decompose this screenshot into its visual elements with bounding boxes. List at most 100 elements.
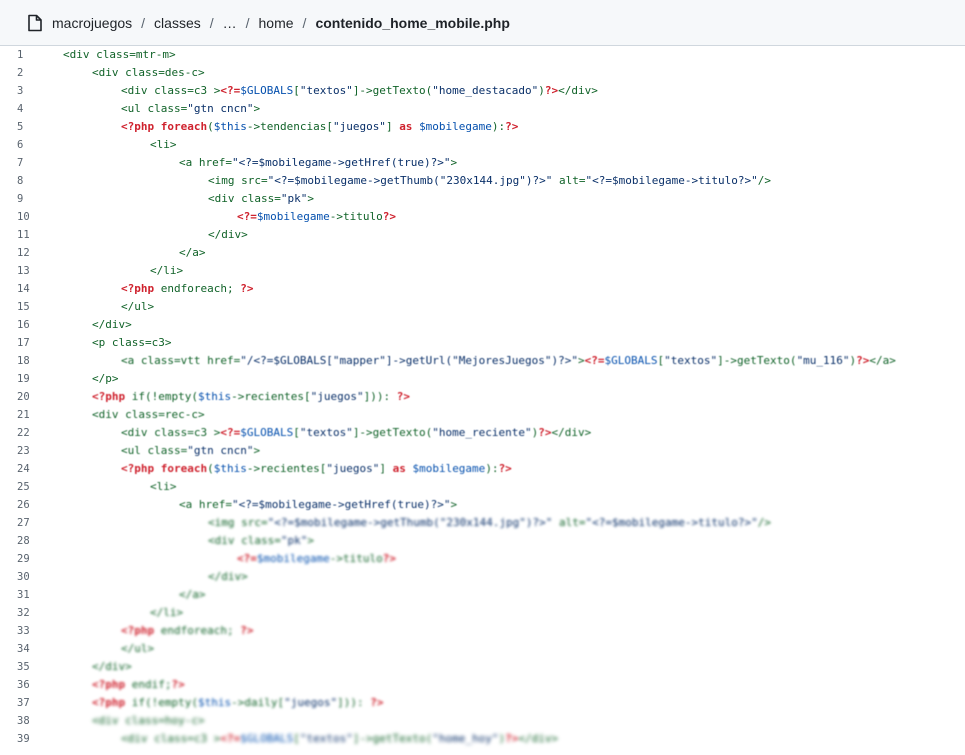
code-token: ?> [370, 696, 384, 709]
code-line: 24 <?php foreach($this->recientes["juegos… [0, 460, 965, 478]
line-number[interactable]: 21 [0, 406, 48, 424]
code-token: <?= [220, 426, 241, 439]
line-number[interactable]: 25 [0, 478, 48, 496]
line-number[interactable]: 37 [0, 694, 48, 712]
line-number[interactable]: 1 [0, 46, 48, 64]
code-token: "mu_116" [796, 354, 850, 367]
code-text: </a> [48, 244, 206, 262]
code-token: foreach [160, 462, 208, 475]
line-number[interactable]: 13 [0, 262, 48, 280]
breadcrumb-item-classes[interactable]: classes [154, 15, 201, 31]
line-number[interactable]: 11 [0, 226, 48, 244]
code-line: 8 <img src="<?=$mobilegame->getThumb("230… [0, 172, 965, 190]
code-line: 34 </ul> [0, 640, 965, 658]
code-token: "<?=$mobilegame->titulo?>" [585, 174, 758, 187]
code-token: <?php [121, 462, 155, 475]
line-number[interactable]: 39 [0, 730, 48, 748]
code-token: ->recientes[ [246, 462, 327, 475]
breadcrumb: macrojuegos / classes / … / home / conte… [52, 15, 510, 31]
line-number[interactable]: 29 [0, 550, 48, 568]
code-line: 16 </div> [0, 316, 965, 334]
line-number[interactable]: 35 [0, 658, 48, 676]
code-token: [ [293, 732, 300, 745]
line-number[interactable]: 16 [0, 316, 48, 334]
code-token: ])): [363, 390, 397, 403]
line-number[interactable]: 6 [0, 136, 48, 154]
code-token: if(!empty( [125, 390, 198, 403]
code-text: <img src="<?=$mobilegame->getThumb("230x… [48, 172, 771, 190]
line-number[interactable]: 2 [0, 64, 48, 82]
code-token: <img src= [208, 174, 268, 187]
code-line: 19 </p> [0, 370, 965, 388]
line-number[interactable]: 15 [0, 298, 48, 316]
code-token: ?> [856, 354, 870, 367]
code-text: </ul> [48, 640, 154, 658]
code-text: <a class=vtt href="/<?=$GLOBALS["mapper"… [48, 352, 896, 370]
line-number[interactable]: 8 [0, 172, 48, 190]
line-number[interactable]: 38 [0, 712, 48, 730]
code-token: </ul> [121, 642, 155, 655]
line-number[interactable]: 24 [0, 460, 48, 478]
line-number[interactable]: 10 [0, 208, 48, 226]
code-text: <?php endforeach; ?> [48, 280, 253, 298]
code-text: <ul class="gtn cncn"> [48, 442, 260, 460]
code-line: 33 <?php endforeach; ?> [0, 622, 965, 640]
code-text: </div> [48, 568, 248, 586]
code-token: ?> [544, 84, 559, 97]
line-number[interactable]: 27 [0, 514, 48, 532]
line-number[interactable]: 17 [0, 334, 48, 352]
line-number[interactable]: 30 [0, 568, 48, 586]
line-number[interactable]: 36 [0, 676, 48, 694]
line-number[interactable]: 31 [0, 586, 48, 604]
line-number[interactable]: 7 [0, 154, 48, 172]
code-token: "/<?=$GLOBALS["mapper"]->getUrl("Mejores… [240, 354, 578, 367]
code-line: 14 <?php endforeach; ?> [0, 280, 965, 298]
line-number[interactable]: 4 [0, 100, 48, 118]
breadcrumb-item-repo[interactable]: macrojuegos [52, 15, 132, 31]
code-line: 10 <?=$mobilegame->titulo?> [0, 208, 965, 226]
code-line: 23 <ul class="gtn cncn"> [0, 442, 965, 460]
code-text: <div class=mtr-m> [48, 46, 176, 64]
line-number[interactable]: 20 [0, 388, 48, 406]
code-token: <?php [92, 678, 126, 691]
code-token: > [253, 102, 261, 115]
code-token: </p> [92, 372, 119, 385]
code-text: <img src="<?=$mobilegame->getThumb("230x… [48, 514, 771, 532]
code-token: <div class=c3 > [121, 732, 221, 745]
code-line: 2 <div class=des-c> [0, 64, 965, 82]
code-line: 28 <div class="pk"> [0, 532, 965, 550]
line-number[interactable]: 23 [0, 442, 48, 460]
breadcrumb-item-home[interactable]: home [259, 15, 294, 31]
code-token: ?> [505, 732, 519, 745]
file-header: macrojuegos / classes / … / home / conte… [0, 0, 965, 46]
code-token: <div class=des-c> [92, 66, 205, 79]
line-number[interactable]: 5 [0, 118, 48, 136]
line-number[interactable]: 19 [0, 370, 48, 388]
code-token: ?> [382, 552, 396, 565]
code-token: "<?=$mobilegame->getThumb("230x144.jpg")… [267, 516, 553, 529]
code-token: <a href= [179, 156, 232, 169]
code-token: <?= [237, 210, 257, 223]
code-token: <li> [150, 138, 177, 151]
code-view[interactable]: 1 <div class=mtr-m> 2 <div class=des-c> 3 <di… [0, 46, 965, 755]
code-token: > [577, 354, 585, 367]
code-token: "textos" [299, 84, 353, 97]
code-token: $mobilegame [256, 210, 330, 223]
line-number[interactable]: 26 [0, 496, 48, 514]
line-number[interactable]: 18 [0, 352, 48, 370]
line-number[interactable]: 12 [0, 244, 48, 262]
code-token: $mobilegame [256, 552, 330, 565]
line-number[interactable]: 9 [0, 190, 48, 208]
line-number[interactable]: 34 [0, 640, 48, 658]
line-number[interactable]: 22 [0, 424, 48, 442]
line-number[interactable]: 28 [0, 532, 48, 550]
code-text: <div class=c3 ><?=$GLOBALS["textos"]->ge… [48, 424, 591, 442]
line-number[interactable]: 33 [0, 622, 48, 640]
line-number[interactable]: 3 [0, 82, 48, 100]
code-line: 20 <?php if(!empty($this->recientes["jueg… [0, 388, 965, 406]
line-number[interactable]: 32 [0, 604, 48, 622]
code-line: 13 </li> [0, 262, 965, 280]
line-number[interactable]: 14 [0, 280, 48, 298]
breadcrumb-item-ellipsis[interactable]: … [223, 15, 237, 31]
code-line: 26 <a href="<?=$mobilegame->getHref(true)… [0, 496, 965, 514]
